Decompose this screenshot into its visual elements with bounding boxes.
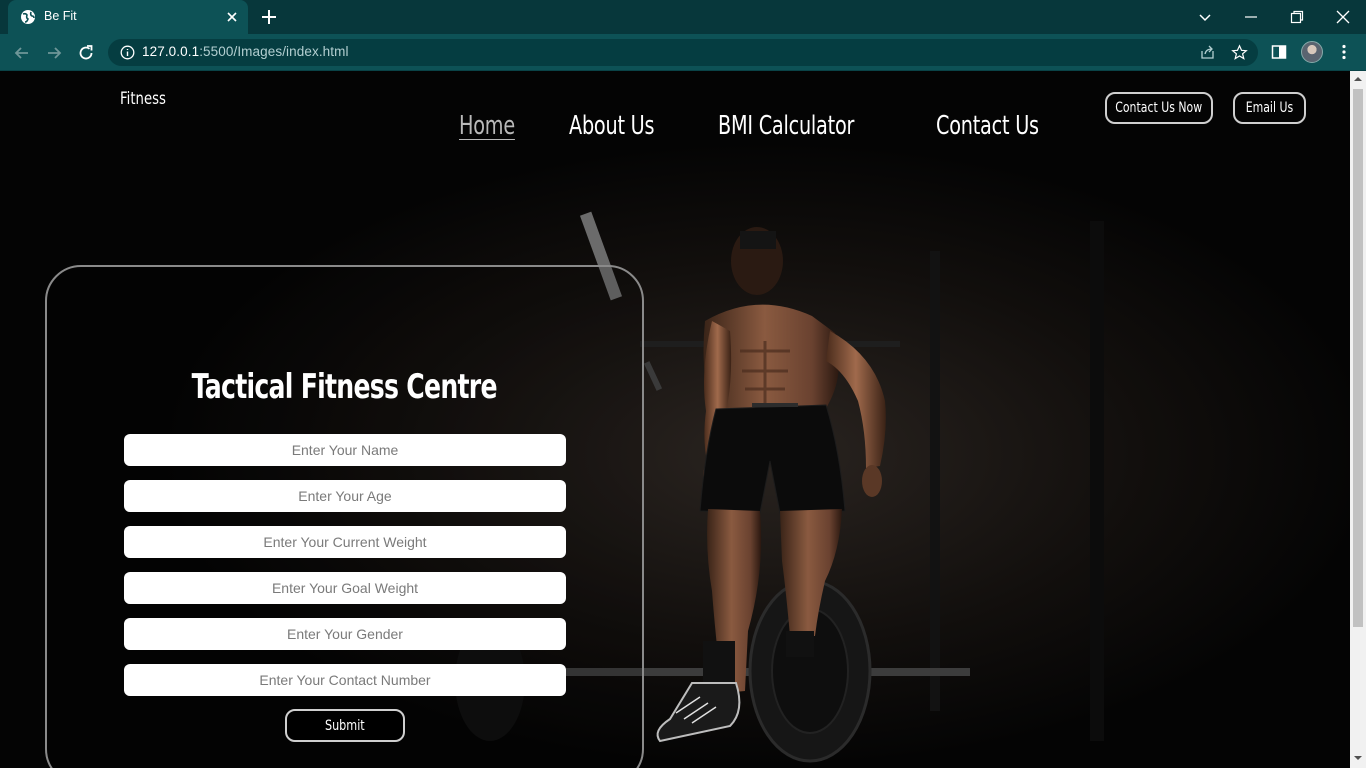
browser-tab-strip: Be Fit [0,0,1366,34]
site-info-icon[interactable] [120,45,135,60]
scrollbar-thumb[interactable] [1353,89,1363,627]
minimize-icon[interactable] [1242,8,1260,26]
site-brand[interactable]: Fitness [120,89,166,109]
browser-toolbar: 127.0.0.1:5500/Images/index.html [0,34,1366,71]
close-window-icon[interactable] [1334,8,1352,26]
restore-icon[interactable] [1288,8,1306,26]
nav-about-us[interactable]: About Us [569,111,655,145]
page-scrollbar[interactable] [1350,71,1366,768]
browser-tab[interactable]: Be Fit [8,0,248,34]
gender-input[interactable] [124,618,566,650]
kebab-menu-icon[interactable] [1335,43,1353,61]
side-panel-icon[interactable] [1270,43,1288,61]
email-us-label: Email Us [1245,100,1294,116]
new-tab-icon[interactable] [260,8,278,26]
nav-contact-us[interactable]: Contact Us [936,111,1039,145]
form-title: Tactical Fitness Centre [191,367,498,407]
url-text: 127.0.0.1:5500/Images/index.html [142,44,349,59]
address-bar[interactable]: 127.0.0.1:5500/Images/index.html [108,39,1258,66]
bookmark-star-icon[interactable] [1231,44,1248,61]
submit-label: Submit [325,717,365,734]
back-icon[interactable] [12,43,32,63]
signup-form-card: Tactical Fitness Centre Submit [45,265,644,768]
close-tab-icon[interactable] [224,9,240,25]
submit-button[interactable]: Submit [285,709,405,742]
email-us-button[interactable]: Email Us [1233,92,1306,124]
scroll-down-arrow-icon[interactable] [1353,753,1363,763]
age-input[interactable] [124,480,566,512]
main-nav: Home About Us BMI Calculator Contact Us [459,111,1075,145]
contact-us-now-label: Contact Us Now [1115,100,1203,116]
contact-us-now-button[interactable]: Contact Us Now [1105,92,1213,124]
nav-home[interactable]: Home [459,111,515,145]
current-weight-input[interactable] [124,526,566,558]
share-icon[interactable] [1199,44,1216,61]
goal-weight-input[interactable] [124,572,566,604]
profile-avatar[interactable] [1301,41,1323,63]
tab-search-chevron-icon[interactable] [1196,8,1214,26]
name-input[interactable] [124,434,566,466]
tab-title: Be Fit [44,9,77,23]
contact-number-input[interactable] [124,664,566,696]
nav-bmi-calculator[interactable]: BMI Calculator [718,111,854,145]
globe-icon [21,10,35,24]
forward-icon[interactable] [44,43,64,63]
reload-icon[interactable] [76,43,96,63]
scroll-up-arrow-icon[interactable] [1353,74,1363,84]
page-viewport: Fitness Home About Us BMI Calculator Con… [0,71,1350,768]
